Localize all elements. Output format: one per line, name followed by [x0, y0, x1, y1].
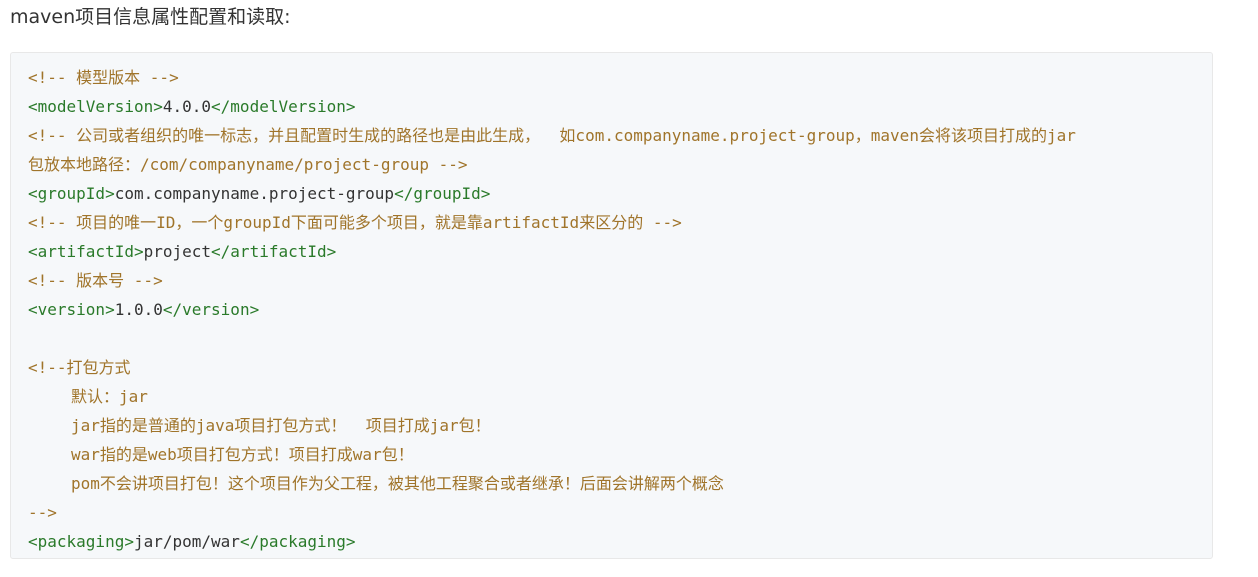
- code-line-9: <version>1.0.0</version>: [28, 295, 1212, 324]
- comment-packaging-jar: jar指的是普通的java项目打包方式！ 项目打成jar包！: [71, 416, 491, 435]
- comment-groupid-part1: <!-- 公司或者组织的唯一标志，并且配置时生成的路径也是由此生成， 如com.…: [28, 126, 1076, 145]
- tag-open-packaging: <packaging>: [28, 532, 134, 551]
- value-groupid: com.companyname.project-group: [114, 184, 395, 203]
- comment-packaging-default: 默认：jar: [71, 387, 148, 406]
- comment-artifactid: <!-- 项目的唯一ID，一个groupId下面可能多个项目，就是靠artifa…: [28, 213, 682, 232]
- tag-close-version: </version>: [162, 300, 260, 319]
- page-heading: maven项目信息属性配置和读取:: [10, 6, 291, 28]
- comment-model-version: <!-- 模型版本 -->: [28, 68, 179, 87]
- code-line-2: <modelVersion>4.0.0</modelVersion>: [28, 92, 1212, 121]
- code-line-14: war指的是web项目打包方式！项目打成war包！: [28, 440, 1212, 469]
- comment-packaging-end: -->: [28, 503, 57, 522]
- value-packaging: jar/pom/war: [133, 532, 240, 551]
- code-line-5: <groupId>com.companyname.project-group</…: [28, 179, 1212, 208]
- code-line-3: <!-- 公司或者组织的唯一标志，并且配置时生成的路径也是由此生成， 如com.…: [28, 121, 1212, 150]
- code-block: <!-- 模型版本 --> <modelVersion>4.0.0</model…: [10, 52, 1213, 559]
- comment-packaging-war: war指的是web项目打包方式！项目打成war包！: [71, 445, 414, 464]
- value-version: 1.0.0: [114, 300, 163, 319]
- tag-open-version: <version>: [28, 300, 115, 319]
- tag-close-artifactid: </artifactId>: [211, 242, 337, 261]
- code-line-11: <!--打包方式: [28, 353, 1212, 382]
- code-line-8: <!-- 版本号 -->: [28, 266, 1212, 295]
- code-line-17: <packaging>jar/pom/war</packaging>: [28, 527, 1212, 556]
- code-line-7: <artifactId>project</artifactId>: [28, 237, 1212, 266]
- code-line-1: <!-- 模型版本 -->: [28, 63, 1212, 92]
- tag-open-artifactid: <artifactId>: [28, 242, 144, 261]
- code-line-12: 默认：jar: [28, 382, 1212, 411]
- code-line-10-blank: [28, 324, 1212, 353]
- code-line-4: 包放本地路径：/com/companyname/project-group --…: [28, 150, 1212, 179]
- tag-open-groupid: <groupId>: [28, 184, 115, 203]
- comment-packaging-pom: pom不会讲项目打包！这个项目作为父工程，被其他工程聚合或者继承！后面会讲解两个…: [71, 474, 724, 493]
- comment-packaging-start: <!--打包方式: [28, 358, 131, 377]
- value-modelversion: 4.0.0: [162, 97, 212, 116]
- tag-close-packaging: </packaging>: [239, 532, 356, 551]
- code-line-15: pom不会讲项目打包！这个项目作为父工程，被其他工程聚合或者继承！后面会讲解两个…: [28, 469, 1212, 498]
- comment-groupid-part2: 包放本地路径：/com/companyname/project-group --…: [28, 155, 468, 174]
- code-line-13: jar指的是普通的java项目打包方式！ 项目打成jar包！: [28, 411, 1212, 440]
- tag-open-modelversion: <modelVersion>: [28, 97, 163, 116]
- code-line-16: -->: [28, 498, 1212, 527]
- tag-close-modelversion: </modelVersion>: [211, 97, 356, 116]
- tag-close-groupid: </groupId>: [394, 184, 491, 203]
- value-artifactid: project: [143, 242, 212, 261]
- code-line-6: <!-- 项目的唯一ID，一个groupId下面可能多个项目，就是靠artifa…: [28, 208, 1212, 237]
- comment-version: <!-- 版本号 -->: [28, 271, 163, 290]
